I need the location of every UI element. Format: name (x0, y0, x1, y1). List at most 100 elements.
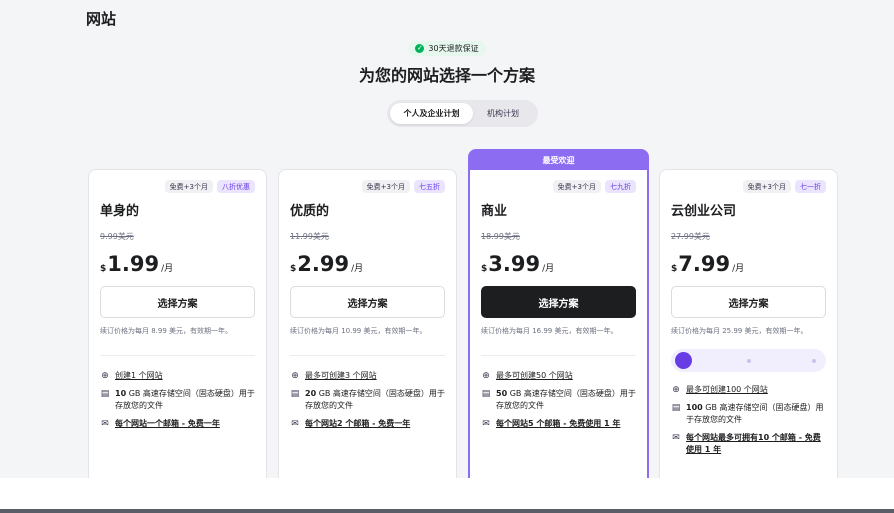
plan-name: 单身的 (100, 204, 140, 219)
feature-websites: ⊕ 最多可创建50 个网站 (481, 370, 636, 382)
feature-websites: ⊕ 创建1 个网站 (100, 370, 255, 382)
discount-badge: 七五折 (414, 180, 445, 193)
guarantee-badge: ✓ 30天退款保证 (408, 41, 486, 56)
currency-symbol: $ (671, 264, 678, 274)
storage-desc: GB 高速存储空间（固态硬盘）用于存放您的文件 (686, 403, 824, 424)
feature-websites: ⊕ 最多可创建3 个网站 (290, 370, 445, 382)
renewal-note: 续订价格为每月 25.99 美元，有效期一年。 (671, 327, 808, 335)
price-amount: 1.99 (107, 252, 160, 276)
plan-name: 优质的 (290, 204, 330, 219)
globe-icon: ⊕ (482, 371, 490, 381)
currency-symbol: $ (481, 264, 488, 274)
tab-agency-plans[interactable]: 机构计划 (473, 103, 533, 124)
feature-email: ✉ 每个网站最多可拥有10 个邮箱 - 免费使用 1 年 (671, 432, 826, 456)
select-plan-button[interactable]: 选择方案 (290, 286, 445, 318)
discount-badge: 七九折 (605, 180, 636, 193)
feature-storage: ▤ 50 GB 高速存储空间（固态硬盘）用于存放您的文件 (481, 388, 636, 412)
feature-email-link[interactable]: 每个网站一个邮箱 - 免费一年 (115, 418, 220, 430)
plan-type-toggle: 个人及企业计划 机构计划 (387, 100, 538, 127)
globe-icon: ⊕ (672, 385, 680, 395)
headline: 为您的网站选择一个方案 (358, 66, 535, 85)
currency-symbol: $ (100, 264, 107, 274)
feature-websites-link[interactable]: 最多可创建100 个网站 (686, 384, 768, 396)
bottom-bar (0, 509, 894, 513)
free-months-badge: 免费+3个月 (164, 180, 213, 193)
feature-email-link[interactable]: 每个网站5 个邮箱 - 免费使用 1 年 (496, 418, 620, 430)
database-icon: ▤ (481, 389, 491, 399)
feature-storage: ▤ 10 GB 高速存储空间（固态硬盘）用于存放您的文件 (100, 388, 255, 412)
guarantee-banner: ✓ 30天退款保证 (0, 41, 894, 56)
feature-websites-link[interactable]: 最多可创建50 个网站 (496, 370, 573, 382)
feature-email-link[interactable]: 每个网站最多可拥有10 个邮箱 - 免费使用 1 年 (686, 432, 826, 456)
plan-badges: 免费+3个月 七一折 (671, 180, 826, 193)
price: $ 7.99 /月 (671, 252, 826, 276)
plan-name: 云创业公司 (671, 204, 737, 219)
database-icon: ▤ (290, 389, 300, 399)
divider (481, 355, 636, 356)
slider-handle[interactable] (675, 352, 692, 369)
storage-desc: GB 高速存储空间（固态硬盘）用于存放您的文件 (115, 389, 255, 410)
feature-email-link[interactable]: 每个网站2 个邮箱 - 免费一年 (305, 418, 410, 430)
feature-storage-text: 20 GB 高速存储空间（固态硬盘）用于存放您的文件 (305, 388, 445, 412)
globe-icon: ⊕ (291, 371, 299, 381)
slider-step-dot[interactable] (812, 359, 816, 363)
feature-storage: ▤ 20 GB 高速存储空间（固态硬盘）用于存放您的文件 (290, 388, 445, 412)
most-popular-banner: 最受欢迎 (468, 149, 649, 171)
old-price: 9.99美元 (100, 232, 134, 241)
feature-storage-text: 50 GB 高速存储空间（固态硬盘）用于存放您的文件 (496, 388, 636, 412)
old-price: 18.99美元 (481, 232, 520, 241)
feature-list: ⊕ 创建1 个网站 ▤ 10 GB 高速存储空间（固态硬盘）用于存放您的文件 ✉… (100, 370, 255, 430)
mail-icon: ✉ (291, 419, 299, 429)
storage-amount: 50 (496, 389, 508, 398)
free-months-badge: 免费+3个月 (361, 180, 410, 193)
feature-email: ✉ 每个网站5 个邮箱 - 免费使用 1 年 (481, 418, 636, 430)
price-period: /月 (351, 264, 364, 274)
feature-websites-link[interactable]: 创建1 个网站 (115, 370, 163, 382)
plan-badges: 免费+3个月 七九折 (481, 180, 636, 193)
renewal-note: 续订价格为每月 10.99 美元，有效期一年。 (290, 327, 427, 335)
discount-badge: 七一折 (795, 180, 826, 193)
select-plan-button[interactable]: 选择方案 (481, 286, 636, 318)
database-icon: ▤ (671, 403, 681, 413)
page-title: 网站 (86, 10, 117, 28)
select-plan-button[interactable]: 选择方案 (100, 286, 255, 318)
price: $ 2.99 /月 (290, 252, 445, 276)
old-price: 11.99美元 (290, 232, 329, 241)
mail-icon: ✉ (482, 419, 490, 429)
price-period: /月 (161, 264, 174, 274)
price-period: /月 (542, 264, 555, 274)
select-plan-button[interactable]: 选择方案 (671, 286, 826, 318)
feature-storage: ▤ 100 GB 高速存储空间（固态硬盘）用于存放您的文件 (671, 402, 826, 426)
feature-list: ⊕ 最多可创建100 个网站 ▤ 100 GB 高速存储空间（固态硬盘）用于存放… (671, 384, 826, 456)
storage-amount: 20 (305, 389, 317, 398)
feature-list: ⊕ 最多可创建3 个网站 ▤ 20 GB 高速存储空间（固态硬盘）用于存放您的文… (290, 370, 445, 430)
divider (100, 355, 255, 356)
feature-list: ⊕ 最多可创建50 个网站 ▤ 50 GB 高速存储空间（固态硬盘）用于存放您的… (481, 370, 636, 430)
price-amount: 3.99 (488, 252, 541, 276)
renewal-note: 续订价格为每月 8.99 美元，有效期一年。 (100, 327, 233, 335)
currency-symbol: $ (290, 264, 297, 274)
plan-tier-slider[interactable] (671, 349, 826, 372)
price-period: /月 (732, 264, 745, 274)
free-months-badge: 免费+3个月 (742, 180, 791, 193)
feature-storage-text: 100 GB 高速存储空间（固态硬盘）用于存放您的文件 (686, 402, 826, 426)
feature-email: ✉ 每个网站一个邮箱 - 免费一年 (100, 418, 255, 430)
price-amount: 7.99 (678, 252, 731, 276)
renewal-note: 续订价格为每月 16.99 美元，有效期一年。 (481, 327, 618, 335)
plan-badges: 免费+3个月 七五折 (290, 180, 445, 193)
mail-icon: ✉ (672, 433, 680, 443)
page: 网站 ✓ 30天退款保证 为您的网站选择一个方案 个人及企业计划 机构计划 免费… (0, 0, 894, 478)
divider (290, 355, 445, 356)
plan-card-business: 免费+3个月 七九折 商业 18.99美元 $ 3.99 /月 选择方案 续订价… (468, 170, 649, 478)
storage-amount: 100 (686, 403, 703, 412)
price: $ 3.99 /月 (481, 252, 636, 276)
tab-personal-plans[interactable]: 个人及企业计划 (390, 103, 473, 124)
plan-badges: 免费+3个月 八折优惠 (100, 180, 255, 193)
database-icon: ▤ (100, 389, 110, 399)
mail-icon: ✉ (101, 419, 109, 429)
discount-badge: 八折优惠 (217, 180, 255, 193)
plan-name: 商业 (481, 204, 508, 219)
feature-websites-link[interactable]: 最多可创建3 个网站 (305, 370, 377, 382)
guarantee-text: 30天退款保证 (428, 44, 479, 53)
slider-step-dot[interactable] (747, 359, 751, 363)
